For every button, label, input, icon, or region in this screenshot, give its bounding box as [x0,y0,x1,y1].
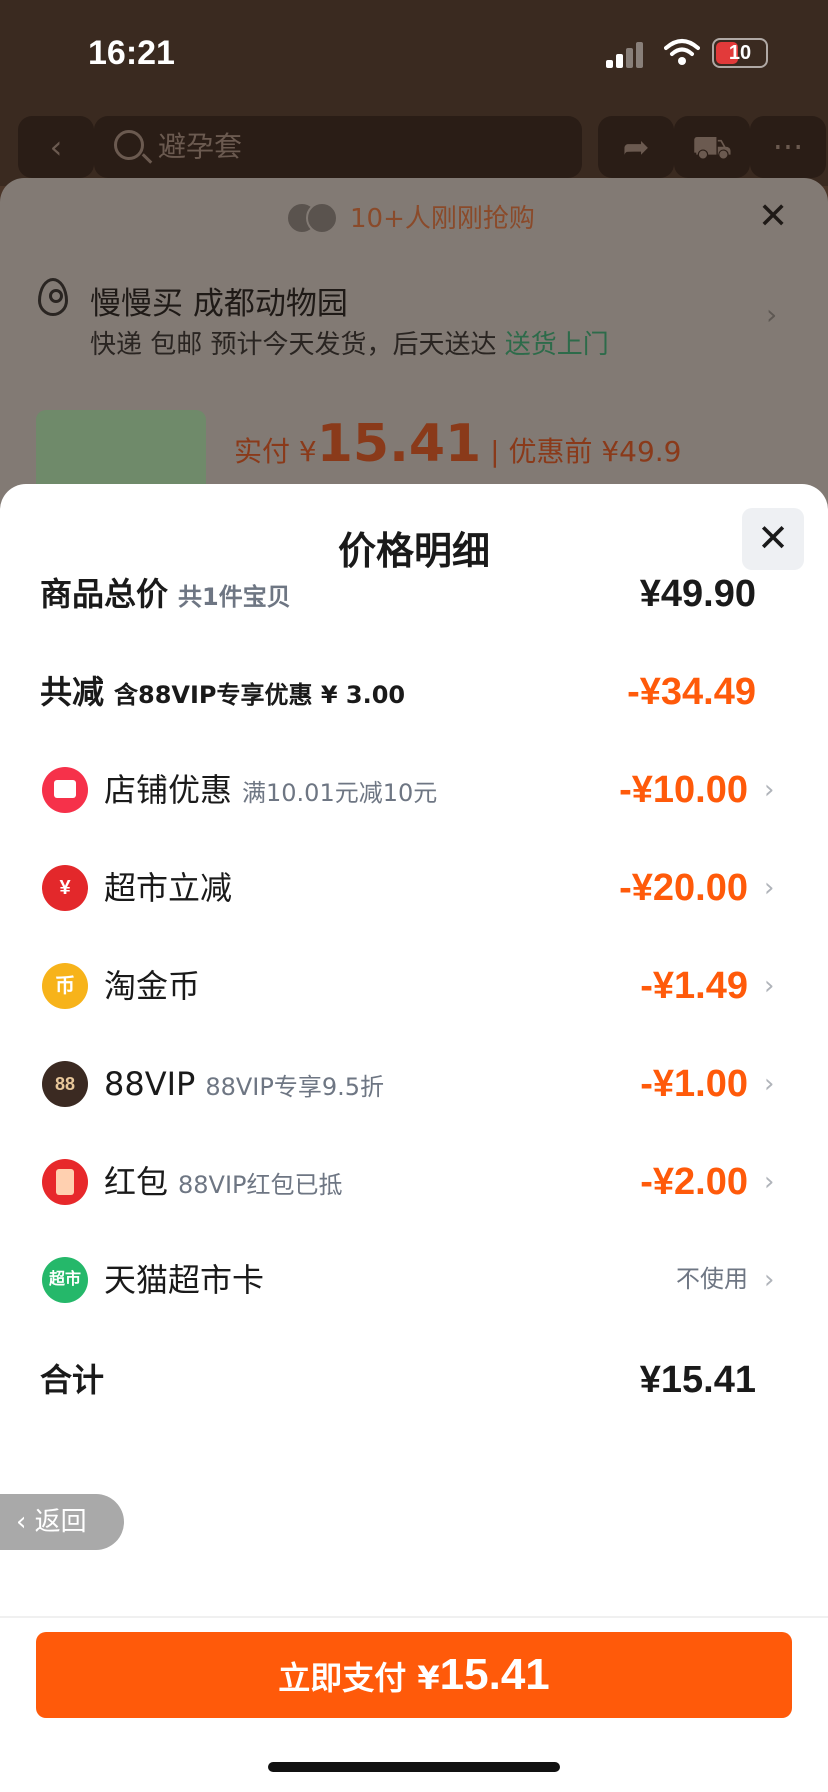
search-placeholder: 避孕套 [158,130,243,163]
grab-text: 10+人刚刚抢购 [350,204,535,234]
chevron-right-icon: › [764,1265,775,1295]
search-input[interactable]: 避孕套 [94,116,582,178]
chevron-right-icon: › [764,971,775,1001]
shop-icon [42,767,88,813]
row-total-goods: 商品总价 共1件宝贝 ¥49.90 [0,554,828,634]
row-sub: 含88VIP专享优惠 ¥ 3.00 [114,681,406,709]
row-sub: 共1件宝贝 [178,583,291,611]
row-label: 天猫超市卡 [104,1261,265,1299]
search-icon [114,130,144,160]
share-icon[interactable]: ➦ [598,116,674,178]
row-red-packet[interactable]: 红包 88VIP红包已抵 -¥2.00 › [0,1142,828,1222]
product-price: 实付 ¥15.41 | 优惠前 ¥49.9 [234,414,682,474]
chevron-right-icon: › [764,873,775,903]
signal-icon [606,40,646,68]
back-label: 返回 [34,1507,87,1537]
location-pin-icon [38,278,68,316]
row-label: 商品总价 共1件宝贝 [40,575,291,613]
row-label: 红包 88VIP红包已抵 [104,1163,343,1201]
vip-icon: 88 [42,1061,88,1107]
row-grand-total: 合计 ¥15.41 [0,1340,828,1420]
row-value: -¥2.00 [640,1161,748,1203]
row-market-card[interactable]: 超市 天猫超市卡 不使用 › [0,1240,828,1320]
address-row[interactable]: 慢慢买 成都动物园 快递 包邮 预计今天发货，后天送达 送货上门 › [0,258,828,370]
row-value: ¥49.90 [639,573,756,615]
row-value: ¥15.41 [639,1359,756,1401]
chevron-right-icon: › [766,298,778,331]
row-label: 超市立减 [104,869,233,907]
delivery-text: 快递 包邮 预计今天发货，后天送达 [90,330,497,360]
row-value: -¥10.00 [619,769,748,811]
price-detail-sheet: 价格明细 ✕ 商品总价 共1件宝贝 ¥49.90 共减 含88VIP专享优惠 ¥ 3… [0,484,828,1792]
pay-now-button[interactable]: 立即支付 ¥15.41 [36,1632,792,1718]
row-sub: 88VIP专享9.5折 [205,1073,385,1101]
grab-banner: 10+人刚刚抢购 ✕ [0,178,828,258]
delivery-info: 快递 包邮 预计今天发货，后天送达 送货上门 [90,324,609,361]
row-label: 合计 [40,1361,105,1399]
more-icon[interactable]: ··· [750,116,826,178]
back-button[interactable]: ‹ 返回 [0,1494,124,1550]
top-nav: ‹ 避孕套 ➦ ⛟ ··· [0,108,828,186]
pay-amount: 15.41 [439,1650,550,1699]
price-label: 实付 ¥ [234,435,317,468]
row-label: 88VIP 88VIP专享9.5折 [104,1065,385,1103]
row-88vip[interactable]: 88 88VIP 88VIP专享9.5折 -¥1.00 › [0,1044,828,1124]
close-icon[interactable]: ✕ [758,196,788,237]
delivery-door: 送货上门 [504,330,609,360]
row-sub: 88VIP红包已抵 [178,1171,343,1199]
wifi-icon [664,39,700,65]
yen-icon: ¥ [42,865,88,911]
status-time: 16:21 [88,34,175,72]
pay-label: 立即支付 ¥ [278,1659,440,1697]
chevron-right-icon: › [764,775,775,805]
row-value: -¥1.00 [640,1063,748,1105]
cart-icon[interactable]: ⛟ [674,116,750,178]
row-value: -¥34.49 [627,671,756,713]
divider [0,1616,828,1618]
coin-icon: 币 [42,963,88,1009]
chevron-right-icon: › [764,1167,775,1197]
back-arrow-icon[interactable]: ‹ [18,116,94,178]
home-indicator[interactable] [268,1762,560,1772]
row-shop-discount[interactable]: 店铺优惠 满10.01元减10元 -¥10.00 › [0,750,828,830]
row-label: 共减 含88VIP专享优惠 ¥ 3.00 [40,673,406,711]
address-name: 慢慢买 成都动物园 [90,286,348,322]
order-sheet-background: 10+人刚刚抢购 ✕ 慢慢买 成都动物园 快递 包邮 预计今天发货，后天送达 送… [0,178,828,518]
battery-icon: 10 [712,38,768,68]
battery-level: 10 [728,42,752,64]
row-value: -¥20.00 [619,867,748,909]
price-big: 15.41 [316,414,482,474]
red-packet-icon [42,1159,88,1205]
chevron-right-icon: › [764,1069,775,1099]
row-label: 淘金币 [104,967,201,1005]
row-value: 不使用 [676,1266,748,1293]
row-total-discount: 共减 含88VIP专享优惠 ¥ 3.00 -¥34.49 [0,652,828,732]
market-card-icon: 超市 [42,1257,88,1303]
row-taojinbi[interactable]: 币 淘金币 -¥1.49 › [0,946,828,1026]
avatar-group [286,202,342,234]
row-label: 店铺优惠 满10.01元减10元 [104,771,438,809]
price-before: | 优惠前 ¥49.9 [481,435,682,468]
row-market-discount[interactable]: ¥ 超市立减 -¥20.00 › [0,848,828,928]
row-sub: 满10.01元减10元 [242,779,438,807]
status-bar: 16:21 10 [0,0,828,108]
row-value: -¥1.49 [640,965,748,1007]
